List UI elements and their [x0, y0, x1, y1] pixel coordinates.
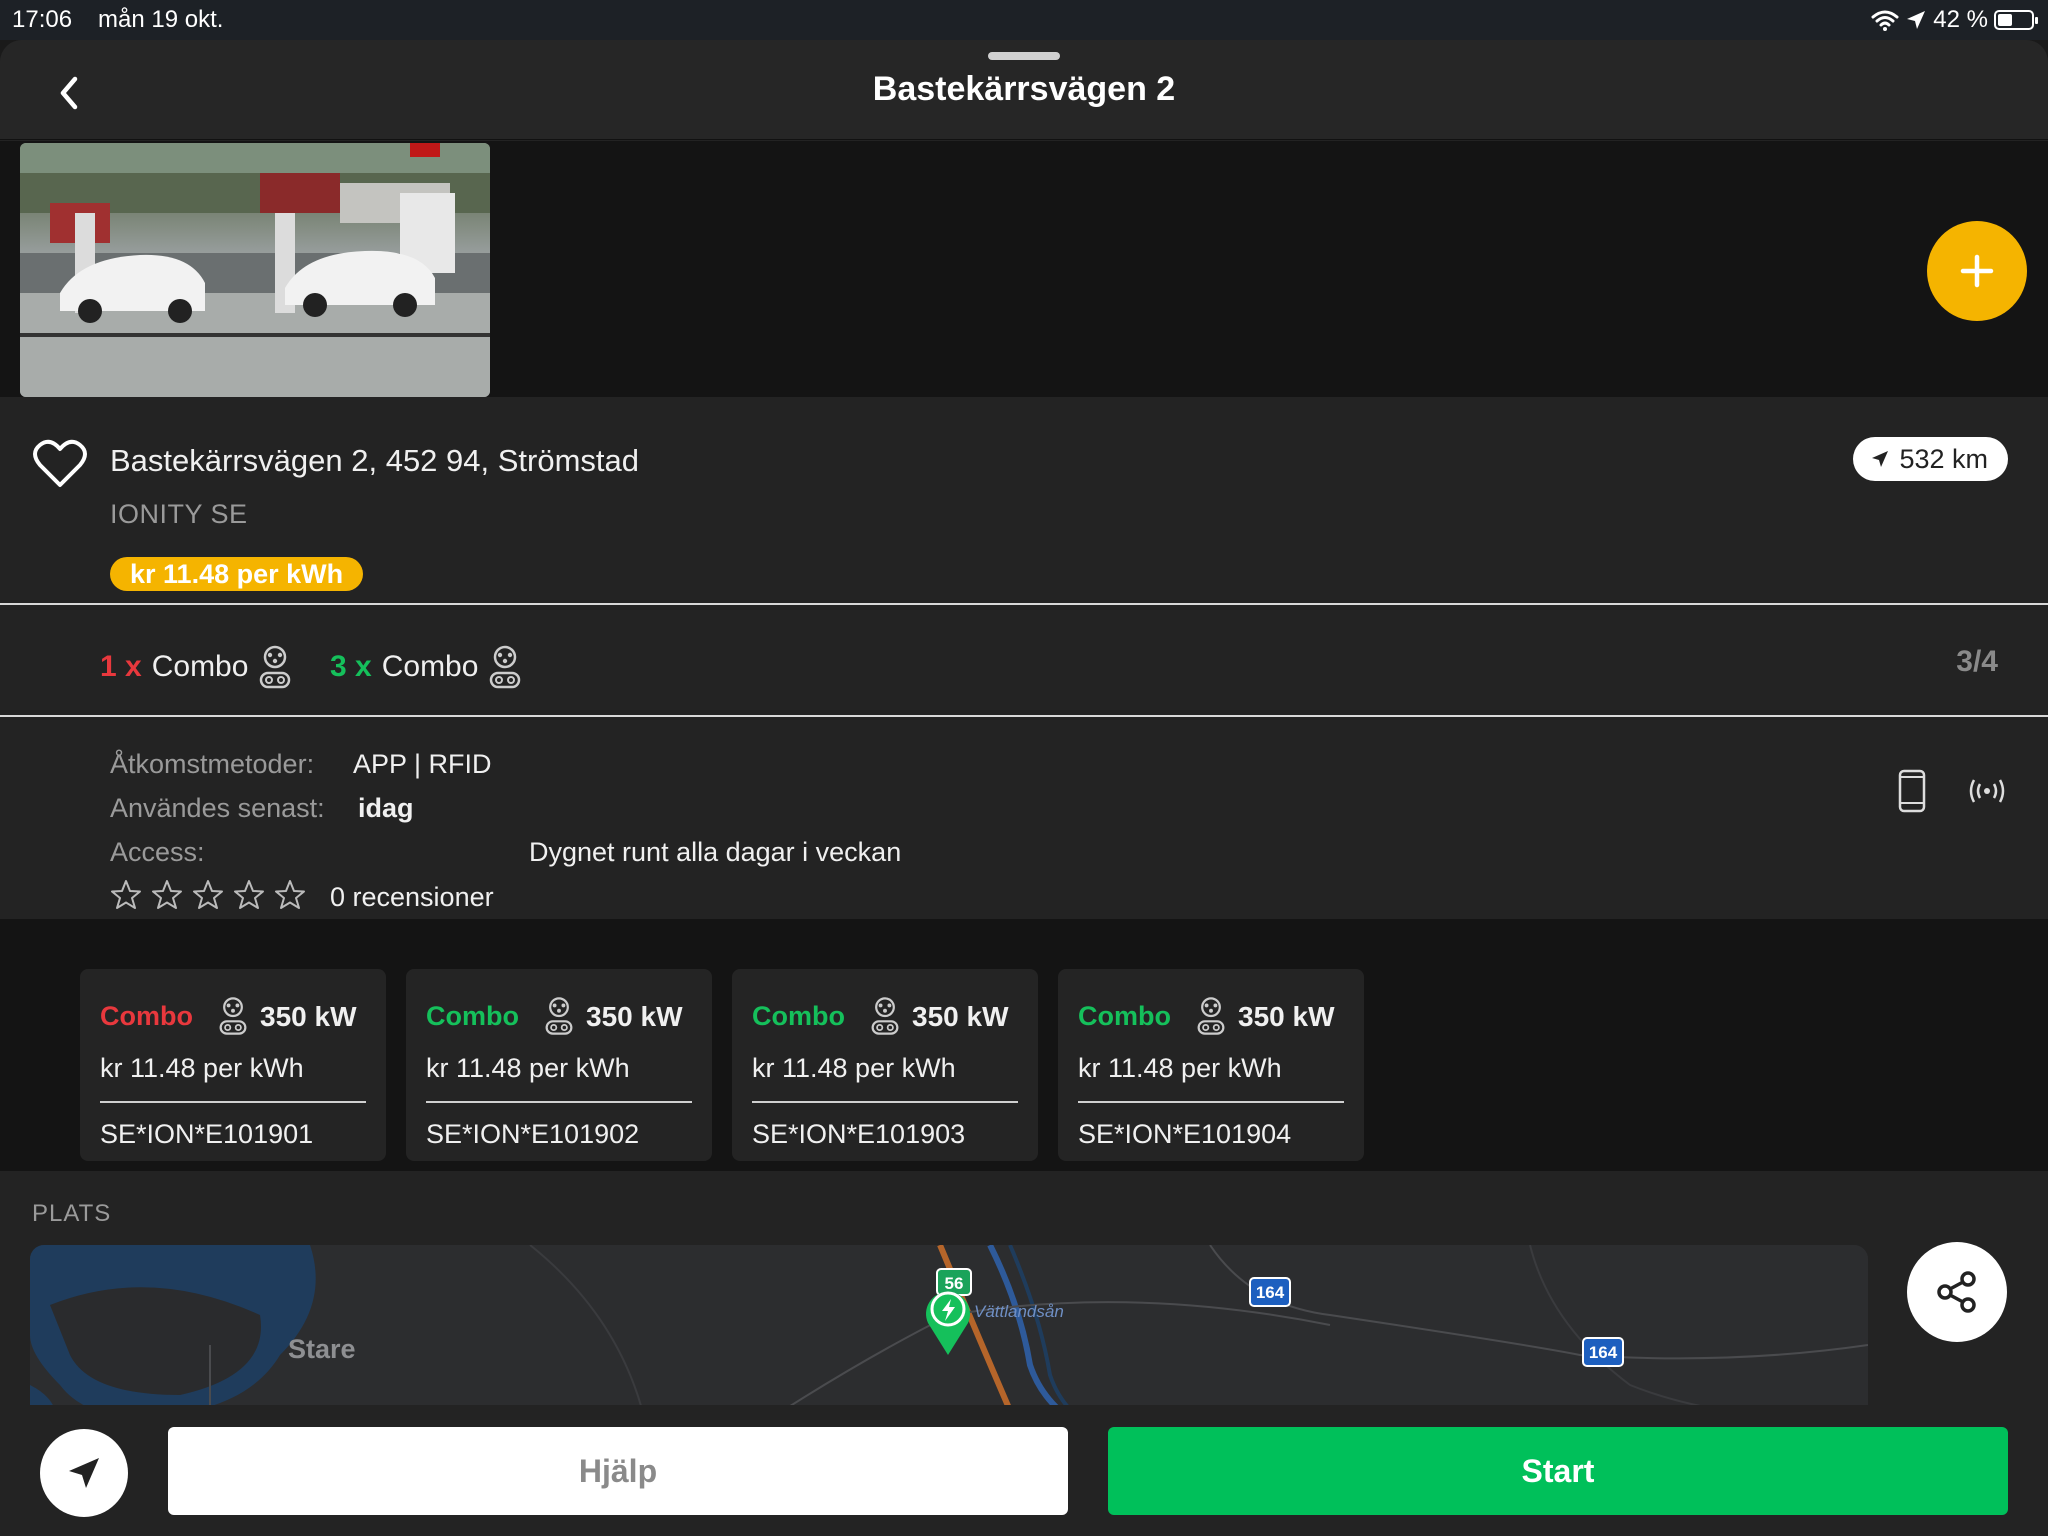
help-button[interactable]: Hjälp: [168, 1427, 1068, 1515]
available-ratio: 3/4: [1956, 645, 1998, 678]
access-label: Access:: [110, 837, 205, 867]
evse-card[interactable]: Combo 350 kW kr 11.48 per kWh SE*ION*E10…: [406, 969, 712, 1161]
evse-power: 350 kW: [586, 1001, 683, 1032]
page-title: Bastekärrsvägen 2: [872, 70, 1176, 108]
station-details: Åtkomstmetoder: APP | RFID Användes sena…: [0, 719, 2048, 919]
smartphone-icon: [1898, 769, 1926, 813]
battery-icon: [1994, 10, 2038, 30]
sheet-grabber[interactable]: [988, 52, 1060, 60]
location-arrow-icon: [1872, 451, 1889, 467]
share-button[interactable]: [1907, 1242, 2007, 1342]
navigate-button[interactable]: [40, 1429, 128, 1517]
station-sheet: Bastekärrsvägen 2 Bastekärrsvägen 2, 452…: [0, 40, 2048, 1536]
access-method-icons: [1898, 769, 2008, 813]
connector-summary-occupied: 1 x Combo: [100, 645, 292, 689]
evse-price: kr 11.48 per kWh: [752, 1053, 956, 1083]
status-bar: 17:06 mån 19 okt. 42 %: [0, 0, 2048, 40]
status-date: mån 19 okt.: [98, 6, 224, 33]
star-outline-icon: [275, 880, 305, 909]
rating-stars[interactable]: [110, 879, 306, 911]
ccs-combo-plug-icon: [545, 997, 573, 1035]
status-indicators: 42 %: [1871, 6, 2038, 34]
wifi-icon: [1871, 10, 1899, 31]
evse-price: kr 11.48 per kWh: [100, 1053, 304, 1083]
location-section-label: PLATS: [32, 1200, 112, 1227]
access-value: Dygnet runt alla dagar i veckan: [529, 837, 902, 867]
evse-price: kr 11.48 per kWh: [1078, 1053, 1282, 1083]
map-river-label: Vättlandsån: [974, 1302, 1064, 1321]
reviews-count[interactable]: 0 recensioner: [330, 882, 494, 913]
map-town-label: Stare: [288, 1334, 356, 1364]
station-photo-image: [20, 143, 490, 397]
ccs-combo-plug-icon: [490, 645, 521, 689]
star-outline-icon: [152, 880, 182, 909]
station-operator: IONITY SE: [110, 499, 248, 529]
card-divider: [100, 1101, 366, 1103]
evse-id: SE*ION*E101901: [100, 1119, 314, 1149]
evse-power: 350 kW: [260, 1001, 357, 1032]
battery-percentage: 42 %: [1933, 6, 1988, 33]
price-badge: kr 11.48 per kWh: [110, 557, 364, 591]
access-methods-value: APP | RFID: [353, 749, 492, 779]
map-road-164b-label: 164: [1589, 1343, 1618, 1362]
card-divider: [1078, 1101, 1344, 1103]
connector-count: 1 x: [100, 650, 142, 683]
evse-id: SE*ION*E101903: [752, 1119, 966, 1149]
bottom-action-bar: Hjälp Start: [0, 1405, 2048, 1536]
add-photo-button[interactable]: [1927, 221, 2027, 321]
evse-connector-type: Combo: [100, 1001, 193, 1031]
navigation-arrow-icon: [69, 1458, 99, 1488]
evse-card[interactable]: Combo 350 kW kr 11.48 per kWh SE*ION*E10…: [1058, 969, 1364, 1161]
connector-type: Combo: [151, 650, 249, 683]
distance-value: 532 km: [1899, 444, 1988, 474]
connector-summary: 1 x Combo 3 x Combo 3/4: [0, 607, 2048, 717]
evse-card[interactable]: Combo 350 kW kr 11.48 per kWh SE*ION*E10…: [80, 969, 386, 1161]
connector-type: Combo: [381, 650, 479, 683]
distance-badge[interactable]: 532 km: [1853, 437, 2008, 481]
station-photo[interactable]: [20, 143, 490, 397]
ccs-combo-plug-icon: [219, 997, 247, 1035]
map-road-56-label: 56: [945, 1274, 964, 1293]
map-road-164a-label: 164: [1256, 1283, 1285, 1302]
evse-cards: Combo 350 kW kr 11.48 per kWh SE*ION*E10…: [0, 919, 2048, 1171]
evse-id: SE*ION*E101902: [426, 1119, 640, 1149]
connector-count: 3 x: [330, 650, 372, 683]
access-methods-label: Åtkomstmetoder:: [110, 749, 315, 779]
share-icon: [1937, 1271, 1976, 1313]
card-divider: [426, 1101, 692, 1103]
evse-connector-type: Combo: [426, 1001, 519, 1031]
evse-price: kr 11.48 per kWh: [426, 1053, 630, 1083]
sheet-header: Bastekärrsvägen 2: [0, 40, 2048, 140]
evse-id: SE*ION*E101904: [1078, 1119, 1292, 1149]
last-used-value: idag: [358, 793, 414, 823]
station-info: Bastekärrsvägen 2, 452 94, Strömstad ION…: [0, 397, 2048, 605]
last-used-label: Användes senast:: [110, 793, 325, 823]
evse-connector-type: Combo: [1078, 1001, 1171, 1031]
ccs-combo-plug-icon: [260, 645, 291, 689]
ccs-combo-plug-icon: [871, 997, 899, 1035]
heart-icon: [33, 439, 87, 487]
start-button[interactable]: Start: [1108, 1427, 2008, 1515]
plus-icon: [1960, 254, 1994, 288]
evse-card[interactable]: Combo 350 kW kr 11.48 per kWh SE*ION*E10…: [732, 969, 1038, 1161]
status-time: 17:06: [12, 6, 73, 33]
evse-power: 350 kW: [1238, 1001, 1335, 1032]
location-arrow-icon: [1907, 11, 1926, 29]
ccs-combo-plug-icon: [1197, 997, 1225, 1035]
favorite-button[interactable]: [32, 439, 88, 494]
connector-summary-available: 3 x Combo: [330, 645, 522, 689]
card-divider: [752, 1101, 1018, 1103]
photo-strip: [0, 141, 2048, 397]
evse-power: 350 kW: [912, 1001, 1009, 1032]
star-outline-icon: [193, 880, 223, 909]
station-address: Bastekärrsvägen 2, 452 94, Strömstad: [110, 443, 640, 478]
evse-connector-type: Combo: [752, 1001, 845, 1031]
star-outline-icon: [234, 880, 264, 909]
star-outline-icon: [111, 880, 141, 909]
rfid-icon: [1969, 779, 2005, 803]
